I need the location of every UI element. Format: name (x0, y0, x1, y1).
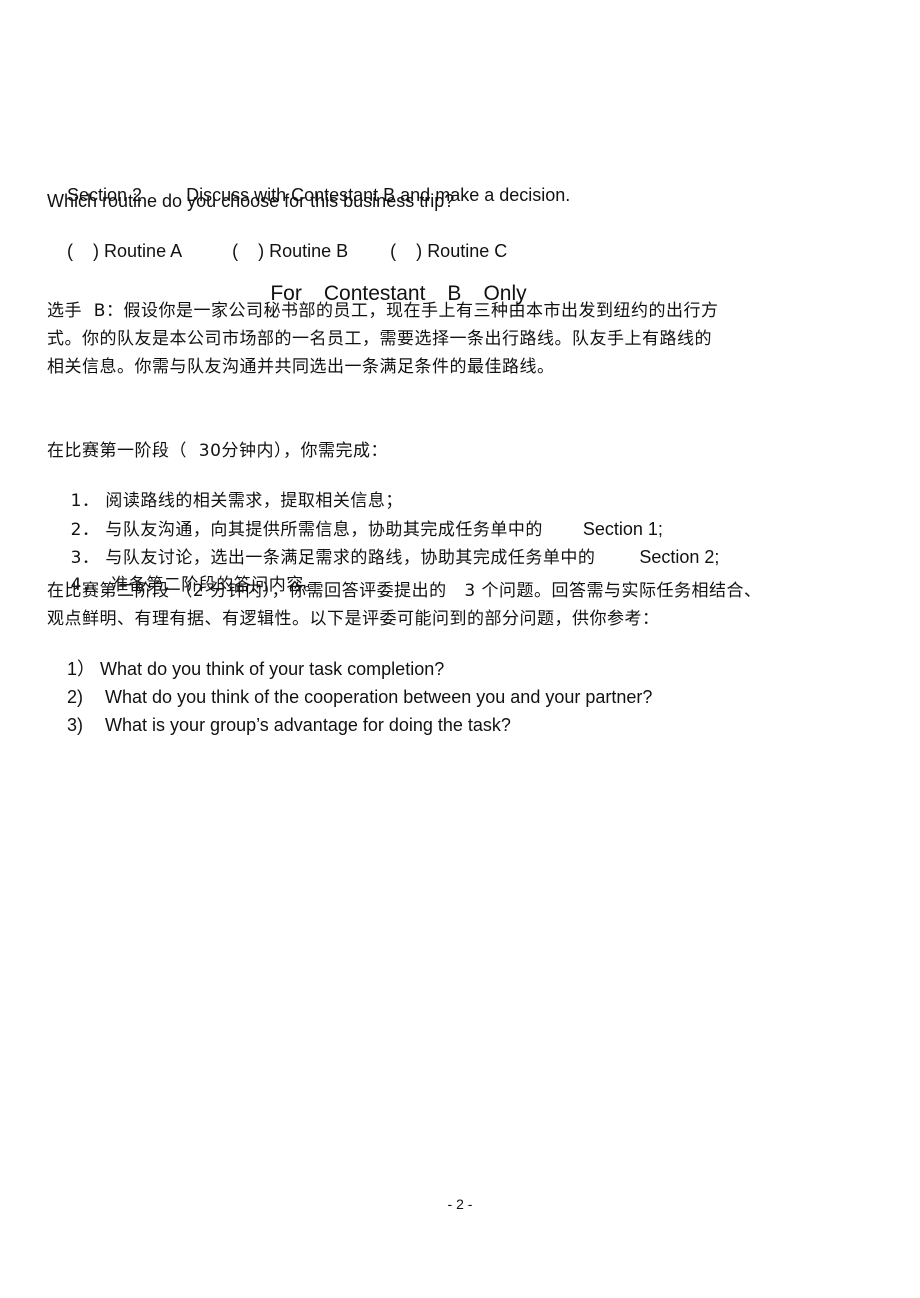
stage2-line: 在比赛第二阶段 （2 分钟内），你需回答评委提出的 3 个问题。回答需与实际任务… (47, 581, 762, 601)
stage2-line: 观点鲜明、有理有据、有逻辑性。以下是评委可能问到的部分问题，供你参考： (47, 609, 660, 629)
item-section-ref: Section 2; (639, 547, 720, 567)
routine-a-label: Routine A (104, 241, 183, 261)
question-text: What is your group’s advantage for doing… (105, 715, 511, 735)
routine-a-bracket: ( ) (67, 241, 100, 261)
question-item: 3) What is your group’s advantage for doi… (47, 692, 511, 758)
question-number: 3) (67, 715, 84, 735)
intro-line: 式。你的队友是本公司市场部的一名员工，需要选择一条出行路线。队友手上有路线的 (47, 329, 712, 349)
routine-option-a[interactable]: ( ) Routine A (67, 241, 182, 261)
section2-question: Which routine do you choose for this bus… (47, 191, 455, 211)
stage1-heading: 在比赛第一阶段（ 30分钟内），你需完成： (47, 441, 388, 461)
page-number: - 2 - (447, 1196, 473, 1212)
intro-line: 相关信息。你需与队友沟通并共同选出一条满足条件的最佳路线。 (47, 357, 555, 377)
intro-line: 选手 B：假设你是一家公司秘书部的员工，现在手上有三种由本市出发到纽约的出行方 (47, 301, 719, 321)
